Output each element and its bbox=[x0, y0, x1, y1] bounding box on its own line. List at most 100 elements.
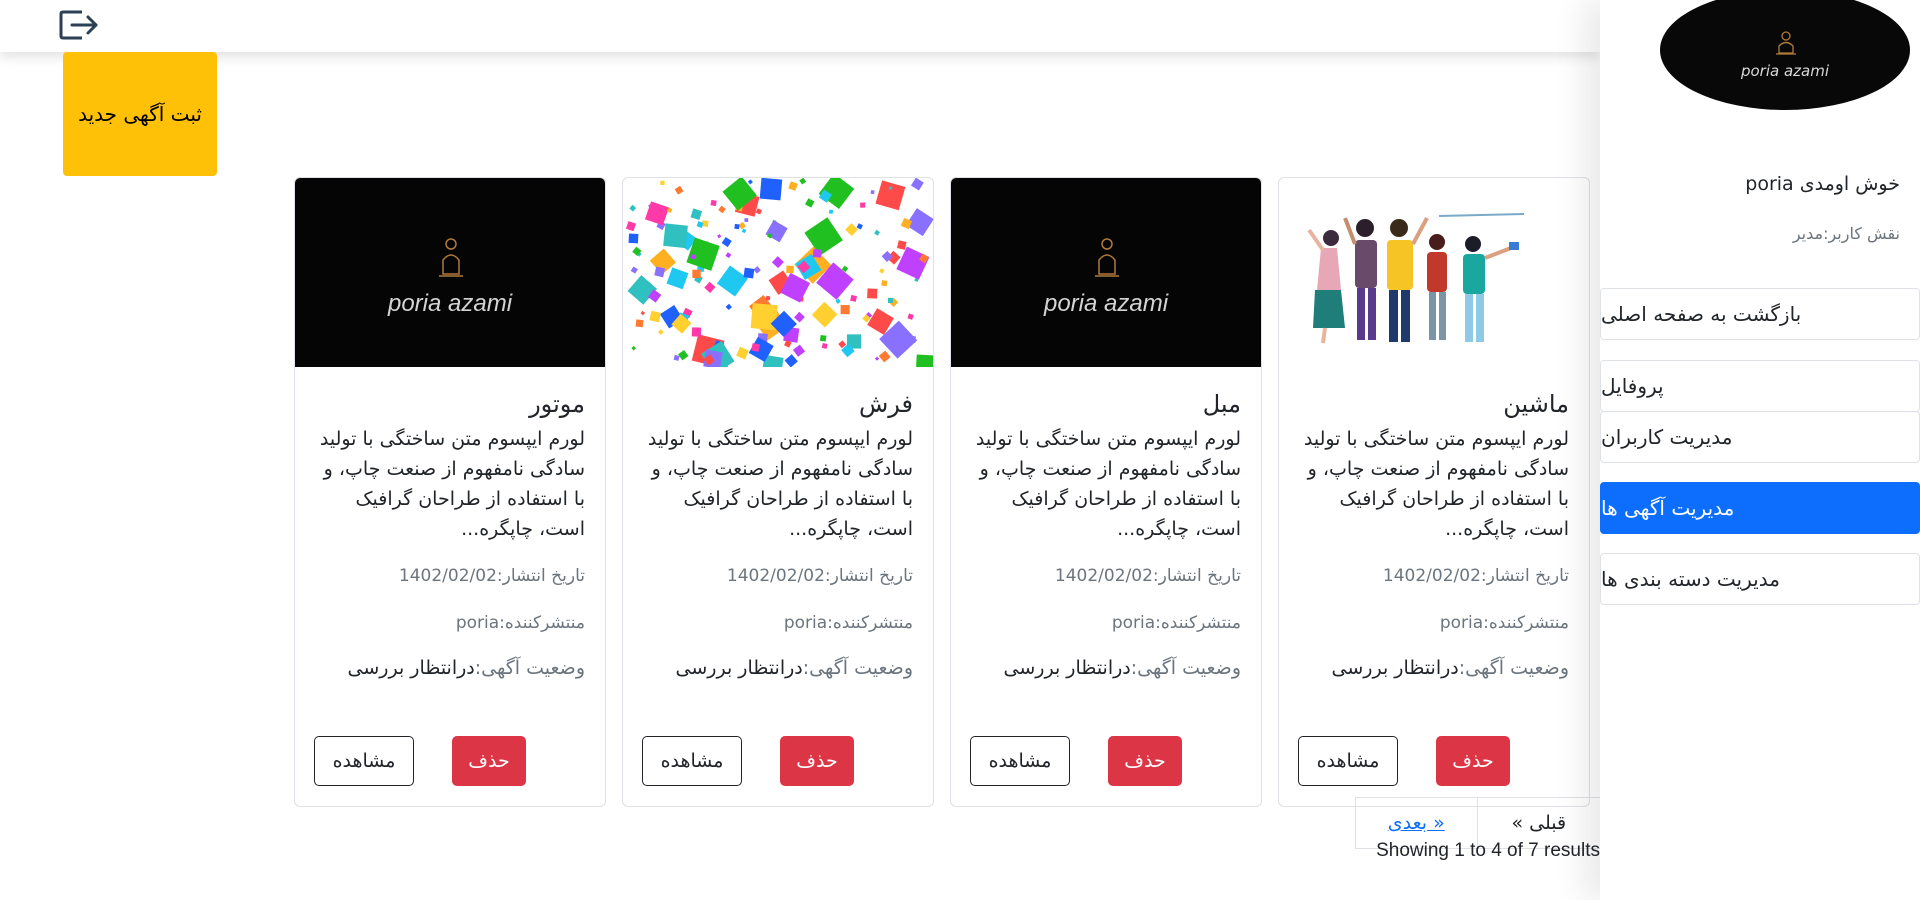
confetti-piece bbox=[751, 343, 760, 352]
confetti-piece bbox=[759, 178, 783, 201]
confetti-piece bbox=[805, 198, 815, 208]
brand-name: poria azami bbox=[1043, 290, 1169, 317]
sidebar-item-home[interactable]: بازگشت به صفحه اصلی bbox=[1600, 288, 1920, 340]
confetti-piece bbox=[666, 267, 689, 290]
confetti-piece bbox=[678, 349, 689, 361]
sidebar-logo: poria azami bbox=[1660, 0, 1910, 110]
confetti-piece bbox=[915, 354, 933, 367]
ad-description: لورم ایپسوم متن ساختگی با تولید سادگی نا… bbox=[975, 428, 1241, 540]
confetti-piece bbox=[910, 178, 924, 191]
welcome-text: خوش اومدی poria bbox=[1745, 173, 1900, 195]
user-role: نقش کاربر:مدیر bbox=[1792, 224, 1900, 243]
confetti-piece bbox=[878, 350, 891, 363]
ad-title: فرش bbox=[858, 390, 913, 418]
confetti-piece bbox=[631, 345, 636, 351]
new-ad-button[interactable]: ثبت آگهی جدید bbox=[63, 52, 217, 176]
confetti-piece bbox=[673, 354, 680, 361]
ad-status-label: وضعیت آگهی: bbox=[1130, 657, 1241, 679]
confetti-image bbox=[625, 178, 933, 367]
ad-card: ماشین لورم ایپسوم متن ساختگی با تولید سا… bbox=[1278, 177, 1590, 807]
confetti-piece bbox=[784, 354, 798, 367]
confetti-piece bbox=[881, 280, 888, 287]
confetti-piece bbox=[765, 220, 788, 243]
confetti-piece bbox=[644, 201, 670, 226]
sidebar-item-label: مدیریت کاربران bbox=[1601, 425, 1733, 449]
delete-button[interactable]: حذف bbox=[780, 736, 854, 786]
confetti-piece bbox=[629, 204, 637, 212]
ad-status: وضعیت آگهی:درانتظار بررسی bbox=[1299, 657, 1569, 679]
ad-status: وضعیت آگهی:درانتظار بررسی bbox=[971, 657, 1241, 679]
confetti-piece bbox=[867, 288, 878, 299]
confetti-piece bbox=[856, 223, 863, 230]
confetti-piece bbox=[828, 209, 834, 214]
confetti-piece bbox=[799, 178, 807, 185]
delete-button[interactable]: حذف bbox=[1108, 736, 1182, 786]
ad-status-value: درانتظار بررسی bbox=[1331, 657, 1459, 679]
confetti-piece bbox=[819, 334, 827, 342]
ad-title: ماشین bbox=[1503, 390, 1569, 418]
sidebar-item-ads[interactable]: مدیریت آگهی ها bbox=[1600, 482, 1920, 534]
sidebar-item-label: پروفایل bbox=[1601, 374, 1664, 398]
ad-image bbox=[1279, 178, 1589, 367]
logout-icon[interactable] bbox=[58, 8, 100, 42]
confetti-piece bbox=[875, 180, 906, 211]
delete-button[interactable]: حذف bbox=[452, 736, 526, 786]
ad-title: مبل bbox=[1202, 390, 1241, 418]
confetti-piece bbox=[625, 221, 637, 232]
sidebar-item-categories[interactable]: مدیریت دسته بندی ها bbox=[1600, 553, 1920, 605]
people-illustration bbox=[1307, 213, 1525, 344]
confetti-piece bbox=[896, 240, 907, 250]
ad-date: تاریخ انتشار:1402/02/02 bbox=[1382, 566, 1569, 586]
sidebar-item-profile[interactable]: پروفایل bbox=[1600, 360, 1920, 412]
confetti-piece bbox=[812, 249, 822, 258]
view-button[interactable]: مشاهده bbox=[970, 736, 1070, 786]
view-button[interactable]: مشاهده bbox=[642, 736, 742, 786]
top-bar bbox=[0, 0, 1600, 52]
ad-description: لورم ایپسوم متن ساختگی با تولید سادگی نا… bbox=[1303, 428, 1569, 540]
ad-status-label: وضعیت آگهی: bbox=[802, 657, 913, 679]
sidebar-item-label: مدیریت دسته بندی ها bbox=[1601, 567, 1780, 591]
confetti-piece bbox=[874, 356, 880, 361]
ad-image: poria azami bbox=[951, 178, 1261, 367]
ad-publisher: منتشرکننده:poria bbox=[1111, 613, 1241, 633]
confetti-piece bbox=[887, 297, 894, 303]
ad-description: لورم ایپسوم متن ساختگی با تولید سادگی نا… bbox=[647, 428, 913, 540]
confetti-piece bbox=[896, 246, 930, 280]
confetti-piece bbox=[663, 223, 688, 249]
confetti-piece bbox=[674, 185, 684, 195]
ad-status-value: درانتظار بررسی bbox=[675, 657, 803, 679]
sidebar-item-label: مدیریت آگهی ها bbox=[1601, 496, 1735, 520]
confetti-piece bbox=[845, 223, 859, 237]
ad-description: لورم ایپسوم متن ساختگی با تولید سادگی نا… bbox=[319, 428, 585, 540]
lamp-logo-icon bbox=[1776, 31, 1796, 55]
view-button[interactable]: مشاهده bbox=[1298, 736, 1398, 786]
confetti-piece bbox=[640, 310, 645, 316]
ad-status: وضعیت آگهی:درانتظار بررسی bbox=[315, 657, 585, 679]
confetti-piece bbox=[725, 303, 732, 311]
confetti-piece bbox=[870, 190, 875, 195]
confetti-piece bbox=[821, 342, 828, 349]
confetti-piece bbox=[658, 329, 664, 335]
confetti-piece bbox=[734, 223, 740, 230]
confetti-piece bbox=[630, 266, 638, 274]
ad-status: وضعیت آگهی:درانتظار بررسی bbox=[643, 657, 913, 679]
confetti-piece bbox=[879, 268, 885, 274]
delete-button[interactable]: حذف bbox=[1436, 736, 1510, 786]
sidebar-item-users[interactable]: مدیریت کاربران bbox=[1600, 411, 1920, 463]
confetti-piece bbox=[792, 344, 806, 357]
confetti-piece bbox=[907, 313, 914, 320]
confetti-piece bbox=[741, 228, 747, 234]
confetti-piece bbox=[716, 265, 749, 297]
view-button[interactable]: مشاهده bbox=[314, 736, 414, 786]
confetti-piece bbox=[874, 229, 881, 236]
confetti-piece bbox=[771, 256, 784, 269]
ad-publisher: منتشرکننده:poria bbox=[783, 613, 913, 633]
ad-title: موتور bbox=[529, 390, 585, 418]
confetti-piece bbox=[743, 267, 755, 279]
confetti-piece bbox=[747, 179, 753, 185]
ad-status-label: وضعیت آگهی: bbox=[474, 657, 585, 679]
ad-card: poria azami موتور لورم ایپسوم متن ساختگی… bbox=[294, 177, 606, 807]
confetti-piece bbox=[788, 181, 798, 191]
confetti-piece bbox=[718, 205, 726, 214]
ad-publisher: منتشرکننده:poria bbox=[455, 613, 585, 633]
